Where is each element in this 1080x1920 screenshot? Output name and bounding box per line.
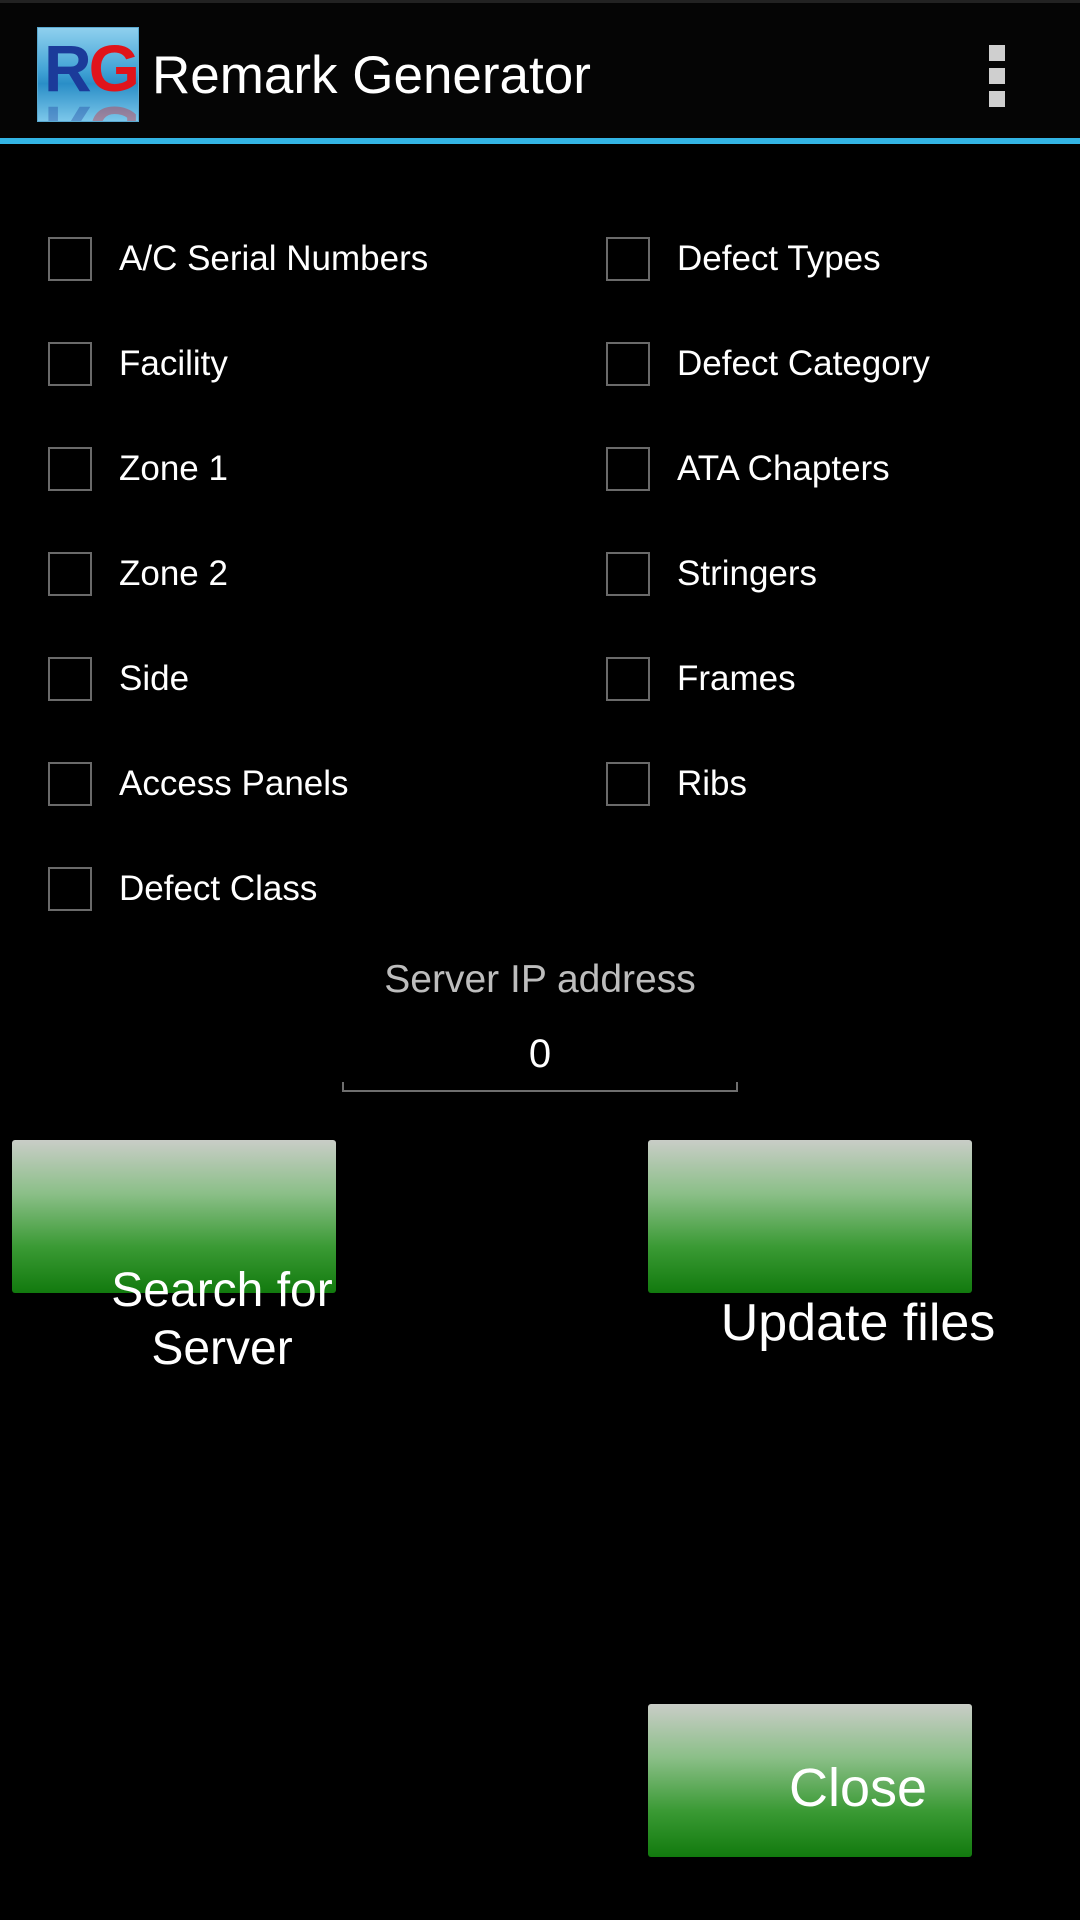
server-ip-field[interactable] xyxy=(342,1022,738,1092)
checkbox-box[interactable] xyxy=(606,342,650,386)
checkbox-label: Defect Category xyxy=(677,344,930,383)
update-files-label[interactable]: Update files xyxy=(648,1292,1068,1354)
checkbox-label: Frames xyxy=(677,659,796,698)
server-ip-label: Server IP address xyxy=(384,958,696,1001)
checkbox-label: Facility xyxy=(119,344,228,383)
checkbox-box[interactable] xyxy=(48,657,92,701)
checkbox-box[interactable] xyxy=(606,762,650,806)
action-bar-divider xyxy=(0,138,1080,144)
checkbox-label: Defect Types xyxy=(677,239,881,278)
checkbox-defect-category[interactable]: Defect Category xyxy=(606,324,930,404)
checkbox-zone-2[interactable]: Zone 2 xyxy=(48,534,228,614)
search-label-line-2: Server xyxy=(151,1322,293,1375)
checkbox-box[interactable] xyxy=(48,867,92,911)
update-files-button[interactable] xyxy=(648,1140,972,1293)
checkbox-defect-class[interactable]: Defect Class xyxy=(48,849,317,929)
checkbox-ac-serial-numbers[interactable]: A/C Serial Numbers xyxy=(48,219,428,299)
app-title: Remark Generator xyxy=(152,46,591,105)
checkbox-frames[interactable]: Frames xyxy=(606,639,796,719)
checkbox-ata-chapters[interactable]: ATA Chapters xyxy=(606,429,890,509)
checkbox-label: Side xyxy=(119,659,190,698)
checkbox-box[interactable] xyxy=(48,447,92,491)
checkbox-access-panels[interactable]: Access Panels xyxy=(48,744,349,824)
checkbox-box[interactable] xyxy=(48,342,92,386)
checkbox-zone-1[interactable]: Zone 1 xyxy=(48,429,228,509)
checkbox-defect-types[interactable]: Defect Types xyxy=(606,219,881,299)
checkbox-label: Zone 1 xyxy=(119,449,228,488)
server-ip-underline xyxy=(342,1082,738,1092)
search-label-line-1: Search for xyxy=(111,1264,333,1317)
checkbox-label: Zone 2 xyxy=(119,554,228,593)
action-bar: RG RG Remark Generator xyxy=(0,0,1080,140)
checkbox-stringers[interactable]: Stringers xyxy=(606,534,817,614)
checkbox-label: A/C Serial Numbers xyxy=(119,239,429,278)
close-label[interactable]: Close xyxy=(648,1756,1068,1820)
overflow-menu-icon[interactable] xyxy=(982,43,1012,109)
checkbox-label: Access Panels xyxy=(119,764,349,803)
checkbox-box[interactable] xyxy=(48,237,92,281)
checkbox-box[interactable] xyxy=(606,447,650,491)
server-ip-input[interactable] xyxy=(342,1022,738,1086)
checkbox-label: Defect Class xyxy=(119,869,318,908)
checkbox-label: Ribs xyxy=(677,764,748,803)
search-for-server-label[interactable]: Search for Server xyxy=(12,1262,432,1378)
checkbox-ribs[interactable]: Ribs xyxy=(606,744,747,824)
checkbox-box[interactable] xyxy=(48,762,92,806)
checkbox-box[interactable] xyxy=(606,552,650,596)
checkbox-box[interactable] xyxy=(48,552,92,596)
checkbox-box[interactable] xyxy=(606,657,650,701)
checkbox-box[interactable] xyxy=(606,237,650,281)
checkbox-label: Stringers xyxy=(677,554,818,593)
checkbox-label: ATA Chapters xyxy=(677,449,890,488)
app-logo-icon[interactable]: RG RG xyxy=(37,27,139,122)
checkbox-facility[interactable]: Facility xyxy=(48,324,228,404)
checkbox-side[interactable]: Side xyxy=(48,639,189,719)
